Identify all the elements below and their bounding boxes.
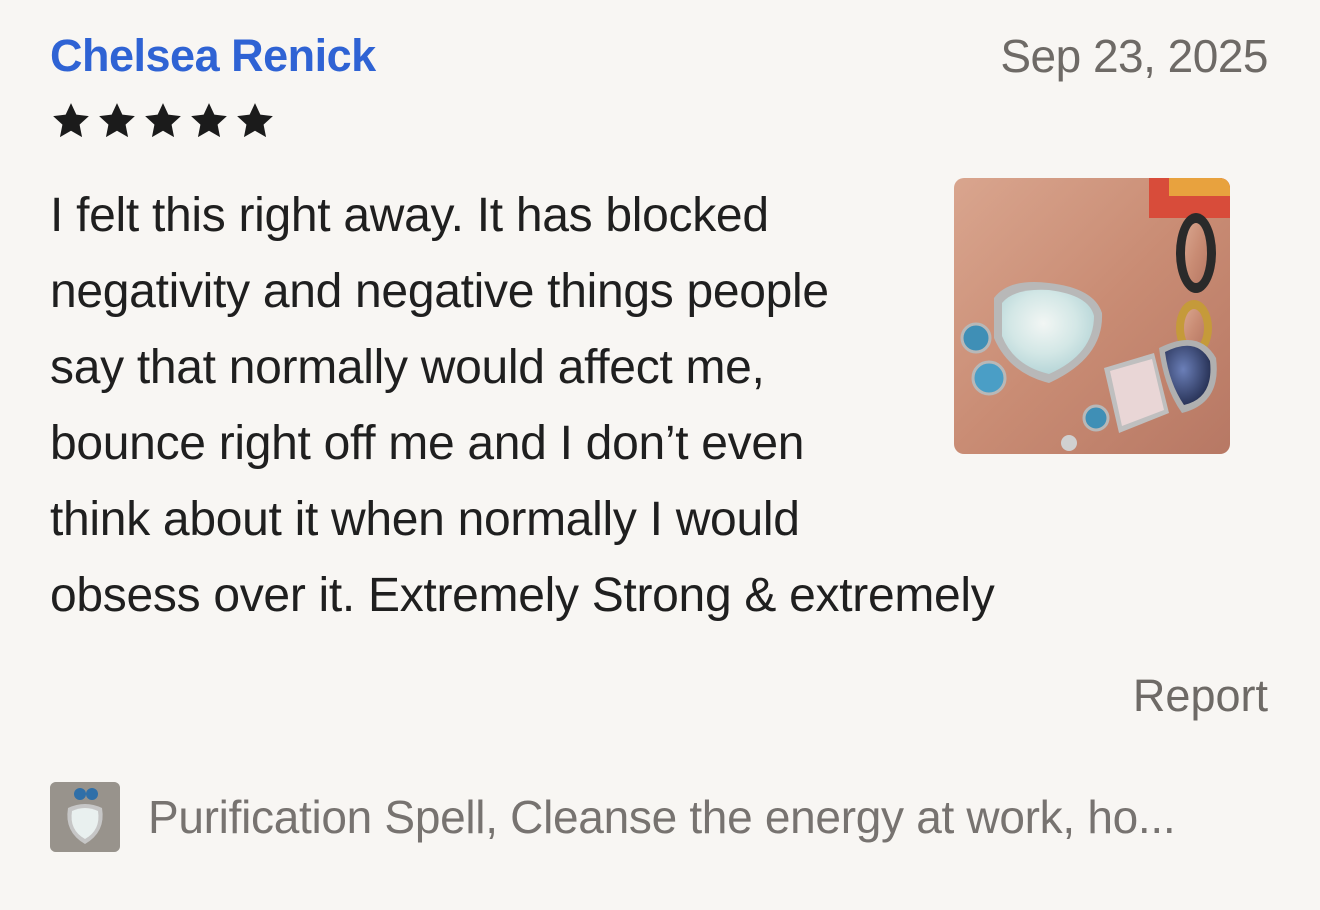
product-title[interactable]: Purification Spell, Cleanse the energy a… — [148, 789, 1176, 845]
product-thumbnail[interactable] — [50, 782, 120, 852]
review-text: I felt this right away. It has blocked n… — [50, 189, 995, 622]
product-thumbnail-pendant-icon — [50, 782, 120, 852]
star-rating — [50, 100, 276, 142]
review-photo-jewelry-icon — [954, 178, 1230, 454]
star-icon — [145, 103, 181, 138]
reviewer-name-link[interactable]: Chelsea Renick — [50, 28, 376, 84]
review-body: I felt this right away. It has blocked n… — [50, 178, 1230, 634]
star-icon — [237, 103, 273, 138]
product-link[interactable]: Purification Spell, Cleanse the energy a… — [50, 782, 1176, 852]
star-icon — [191, 103, 227, 138]
star-icon — [99, 103, 135, 138]
report-link[interactable]: Report — [1133, 668, 1268, 724]
star-icon — [53, 103, 89, 138]
review-date: Sep 23, 2025 — [1000, 30, 1268, 82]
review-photo[interactable] — [954, 178, 1230, 454]
review-card: Chelsea Renick Sep 23, 2025 I felt this … — [0, 0, 1320, 910]
